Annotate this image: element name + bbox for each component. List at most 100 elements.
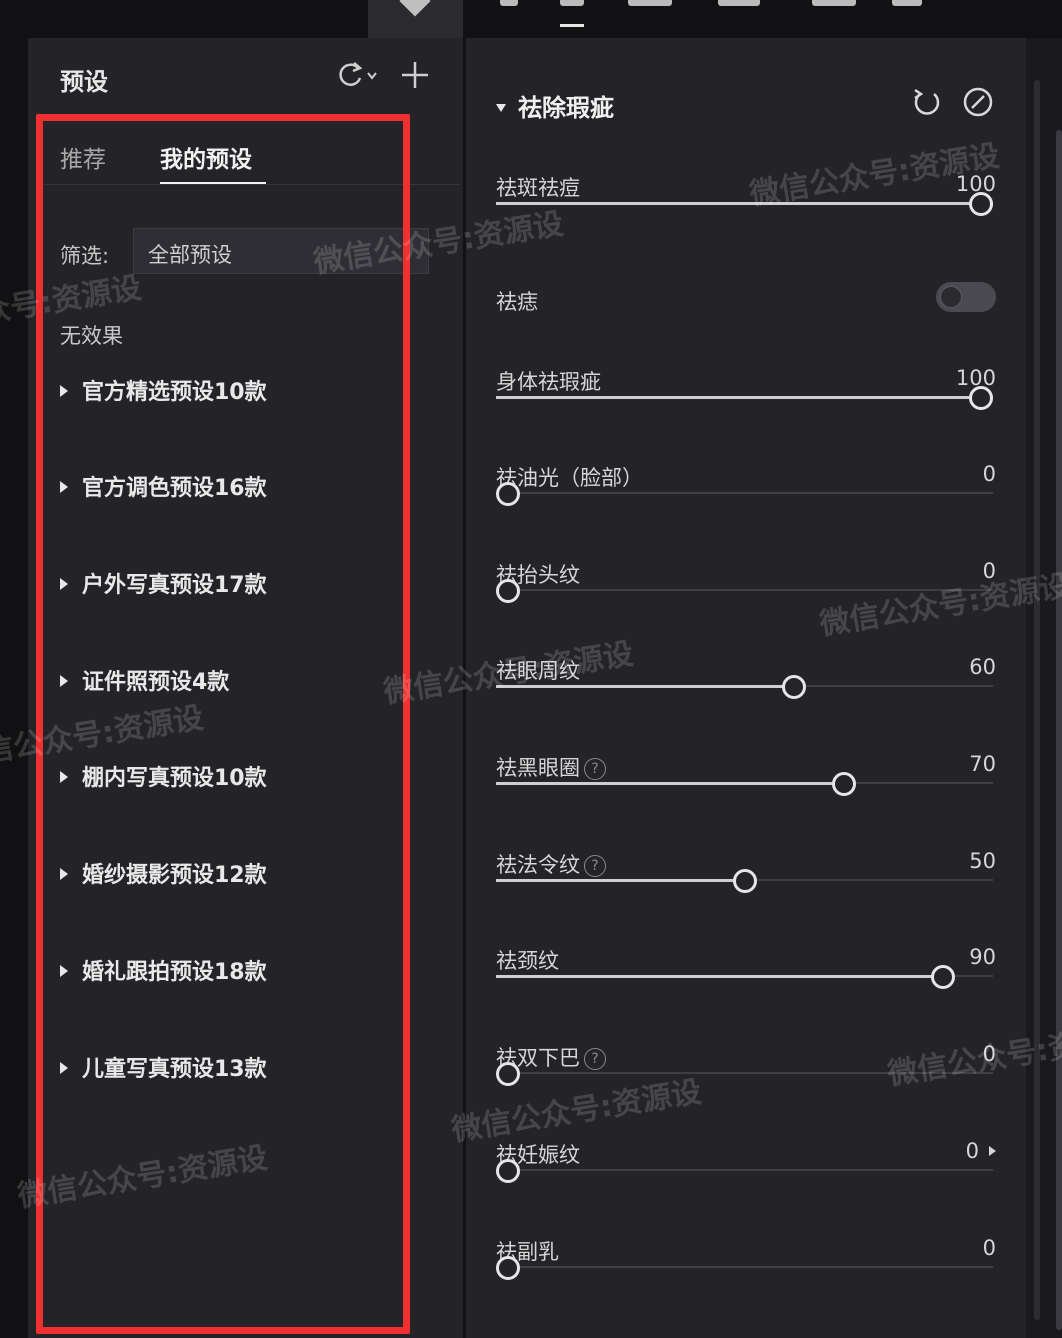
slider-row: 祛双下巴? 0 [496, 1042, 996, 1102]
slider-handle[interactable] [496, 579, 520, 603]
slider-row: 祛妊娠纹 0 [496, 1139, 996, 1199]
chevron-right-icon [60, 965, 68, 977]
slider-label: 祛法令纹? [496, 849, 606, 879]
slider-track[interactable] [496, 589, 993, 591]
slider-value: 0 [966, 1139, 996, 1163]
slider-fill [496, 396, 993, 399]
chevron-right-icon [60, 1062, 68, 1074]
mole-removal-toggle[interactable] [936, 282, 996, 312]
panel-title: 预设 [60, 68, 108, 96]
preset-group[interactable]: 婚纱摄影预设12款 [60, 857, 267, 889]
toggle-row: 祛痣 [496, 282, 996, 322]
chevron-right-icon [60, 481, 68, 493]
active-tab-indicator [560, 24, 584, 27]
active-tool-tab[interactable] [368, 0, 463, 38]
edge-scrollbar[interactable] [1056, 130, 1062, 1330]
tab-divider [40, 184, 460, 185]
no-effect-item[interactable]: 无效果 [60, 320, 123, 350]
slider-handle[interactable] [496, 482, 520, 506]
chevron-right-icon [60, 385, 68, 397]
toolbar-icon[interactable] [812, 0, 856, 6]
preset-group[interactable]: 儿童写真预设13款 [60, 1051, 267, 1083]
slider-row: 祛斑祛痘 100 [496, 172, 996, 232]
toggle-label: 祛痣 [496, 290, 538, 314]
slider-handle[interactable] [969, 192, 993, 216]
slider-row: 祛副乳 0 [496, 1236, 996, 1296]
plus-icon[interactable] [400, 60, 430, 95]
left-gutter [0, 38, 28, 1338]
slider-value: 70 [969, 752, 996, 776]
slider-value: 50 [969, 849, 996, 873]
slider-fill [496, 782, 844, 785]
slider-value: 90 [969, 945, 996, 969]
slider-label: 祛颈纹 [496, 949, 559, 973]
tab-recommended[interactable]: 推荐 [60, 140, 106, 174]
refresh-dropdown-icon[interactable] [334, 60, 380, 95]
toolbar-icon[interactable] [560, 0, 584, 6]
slider-handle[interactable] [496, 1256, 520, 1280]
slider-value: 0 [982, 559, 996, 583]
tab-my-presets[interactable]: 我的预设 [160, 140, 252, 174]
filter-dropdown[interactable]: 全部预设 [133, 228, 429, 274]
help-circle-icon[interactable]: ? [584, 855, 606, 877]
slider-track[interactable] [496, 1072, 993, 1074]
toolbar-icon[interactable] [892, 0, 922, 6]
slider-fill [496, 879, 745, 882]
filter-value: 全部预设 [148, 243, 232, 267]
slider-value: 60 [969, 655, 996, 679]
filter-label: 筛选: [60, 244, 110, 268]
slider-handle[interactable] [496, 1159, 520, 1183]
app-root: 预设 推荐 我的预设 筛选: 全部预设 无效果 官方精选预设10款 官方调色预设… [0, 0, 1062, 1338]
scrollbar[interactable] [1034, 80, 1040, 1320]
slider-label: 身体祛瑕疵 [496, 370, 601, 394]
toggle-knob [940, 286, 962, 308]
chevron-down-icon [496, 104, 506, 112]
reset-icon[interactable] [910, 86, 942, 125]
slider-handle[interactable] [832, 772, 856, 796]
slider-fill [496, 202, 993, 205]
slider-label: 祛黑眼圈? [496, 752, 606, 782]
slider-value: 0 [982, 462, 996, 486]
top-toolbar [0, 0, 1062, 39]
slider-fill [496, 685, 794, 688]
slider-handle[interactable] [496, 1062, 520, 1086]
preset-group[interactable]: 证件照预设4款 [60, 664, 229, 696]
toolbar-icon[interactable] [628, 0, 672, 6]
slider-row: 祛颈纹 90 [496, 945, 996, 1005]
slider-row: 身体祛瑕疵 100 [496, 366, 996, 426]
preset-group[interactable]: 婚礼跟拍预设18款 [60, 954, 267, 986]
chevron-right-icon[interactable] [989, 1146, 996, 1156]
slider-label: 祛斑祛痘 [496, 176, 580, 200]
layers-icon [399, 0, 431, 17]
slider-label: 祛眼周纹 [496, 659, 580, 683]
slider-row: 祛油光（脸部） 0 [496, 462, 996, 522]
slider-handle[interactable] [733, 869, 757, 893]
preset-group[interactable]: 户外写真预设17款 [60, 567, 267, 599]
slider-row: 祛法令纹? 50 [496, 849, 996, 909]
slider-row: 祛抬头纹 0 [496, 559, 996, 619]
section-header[interactable]: 祛除瑕疵 [496, 88, 614, 123]
slider-row: 祛黑眼圈? 70 [496, 752, 996, 812]
slider-handle[interactable] [782, 675, 806, 699]
preset-group[interactable]: 官方精选预设10款 [60, 374, 267, 406]
slider-track[interactable] [496, 492, 993, 494]
help-circle-icon[interactable]: ? [584, 1048, 606, 1070]
slider-handle[interactable] [931, 965, 955, 989]
chevron-right-icon [60, 771, 68, 783]
slider-handle[interactable] [969, 386, 993, 410]
chevron-right-icon [60, 675, 68, 687]
slider-track[interactable] [496, 1169, 993, 1171]
toolbar-icon[interactable] [718, 0, 760, 6]
slider-track[interactable] [496, 1266, 993, 1268]
preset-group[interactable]: 棚内写真预设10款 [60, 760, 267, 792]
help-circle-icon[interactable]: ? [584, 758, 606, 780]
slider-value: 0 [982, 1042, 996, 1066]
chevron-right-icon [60, 868, 68, 880]
slider-value: 0 [982, 1236, 996, 1260]
preset-group[interactable]: 官方调色预设16款 [60, 470, 267, 502]
chevron-right-icon [60, 578, 68, 590]
slider-row: 祛眼周纹 60 [496, 655, 996, 715]
slider-fill [496, 975, 943, 978]
toolbar-icon[interactable] [500, 0, 518, 6]
disable-icon[interactable] [962, 86, 994, 125]
